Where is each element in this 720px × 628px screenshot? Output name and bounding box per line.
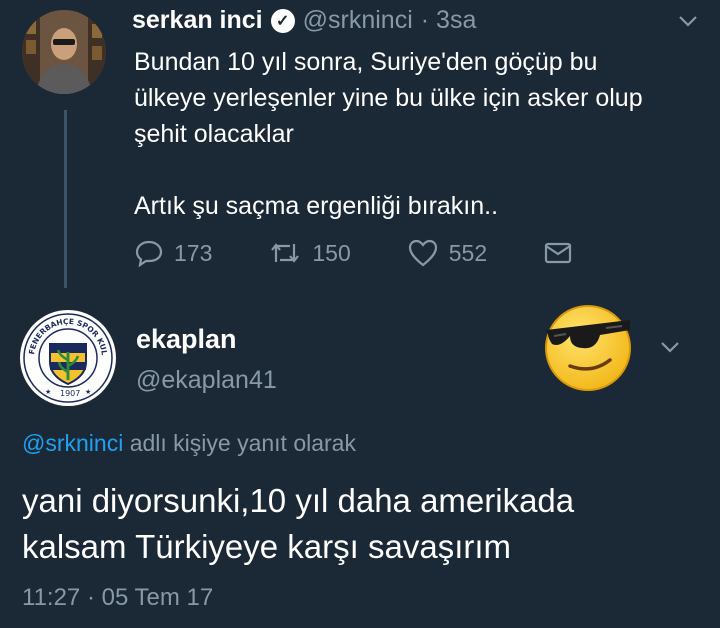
tweet2-author-handle[interactable]: @ekaplan41 [136, 366, 277, 395]
thread-connector-line [64, 110, 67, 288]
tweet1-text: Bundan 10 yıl sonra, Suriye'den göçüp bu… [134, 48, 643, 220]
direct-message-button[interactable] [543, 240, 573, 266]
tweet2-text: yani diyorsunki,10 yıl daha amerikada ka… [22, 482, 575, 565]
reply-mention-link[interactable]: @srkninci [22, 430, 123, 456]
like-count: 552 [448, 239, 488, 266]
chevron-down-icon[interactable] [660, 334, 680, 360]
like-button[interactable]: 552 [407, 238, 487, 268]
logo-year: 1907 [60, 389, 80, 398]
reply-count: 173 [174, 239, 213, 266]
retweet-count: 150 [312, 239, 351, 266]
reply-button[interactable]: 173 [134, 238, 212, 268]
tweet1-actions: 173 150 552 [134, 238, 629, 268]
retweet-button[interactable]: 150 [268, 238, 351, 268]
avatar-serkan[interactable] [22, 10, 106, 94]
tweet1-author: serkan inci ✓ @srkninci · 3sa [132, 6, 476, 35]
svg-text:★: ★ [85, 388, 91, 396]
author-handle[interactable]: @srkninci [303, 6, 413, 35]
tweet2-timestamp[interactable]: 11:27 · 05 Tem 17 [22, 584, 213, 612]
chevron-down-icon[interactable] [678, 8, 698, 34]
tweet2-author-name[interactable]: ekaplan [136, 324, 237, 355]
reply-icon [134, 238, 164, 268]
direct-message-icon [543, 240, 573, 266]
verified-icon: ✓ [270, 8, 295, 33]
sunglasses-emoji [540, 300, 636, 392]
reply-context: @srkninci adlı kişiye yanıt olarak [22, 430, 356, 457]
author-name[interactable]: serkan inci [132, 6, 263, 35]
retweet-icon [268, 238, 302, 268]
avatar-ekaplan-fenerbahce-logo[interactable]: FENERBAHÇE SPOR KULÜBÜ 1907 ★ ★ [20, 310, 116, 406]
tweet-time: · 3sa [420, 6, 477, 34]
reply-context-text: adlı kişiye yanıt olarak [123, 430, 356, 456]
like-icon [407, 238, 439, 268]
svg-text:★: ★ [45, 388, 51, 396]
